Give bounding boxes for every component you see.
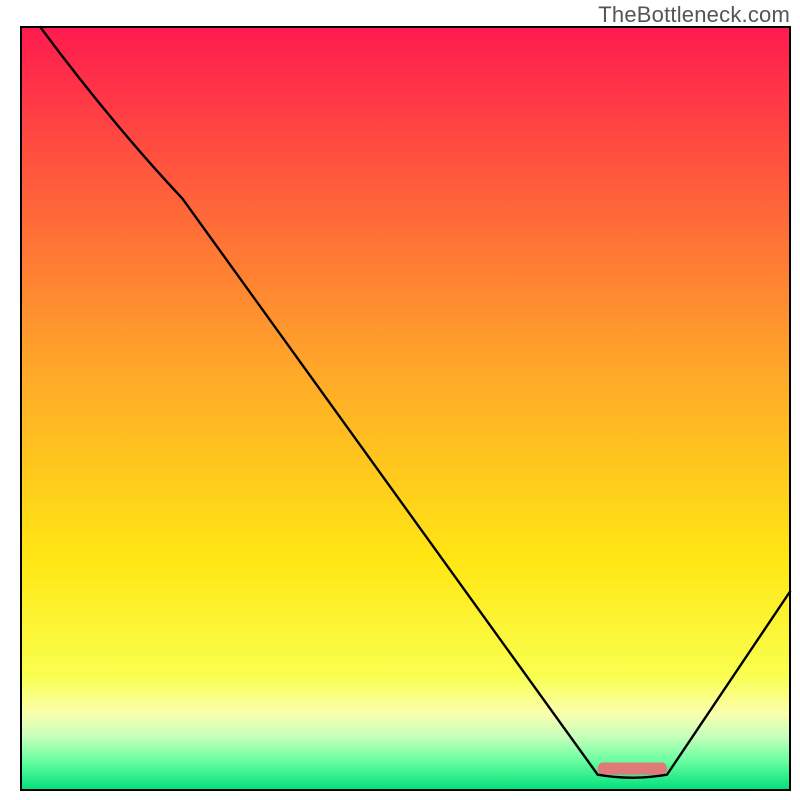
- bottleneck-chart: [0, 0, 800, 800]
- chart-container: TheBottleneck.com: [0, 0, 800, 800]
- watermark-text: TheBottleneck.com: [598, 2, 790, 28]
- plot-background: [21, 27, 790, 790]
- highlight-bar: [598, 763, 667, 775]
